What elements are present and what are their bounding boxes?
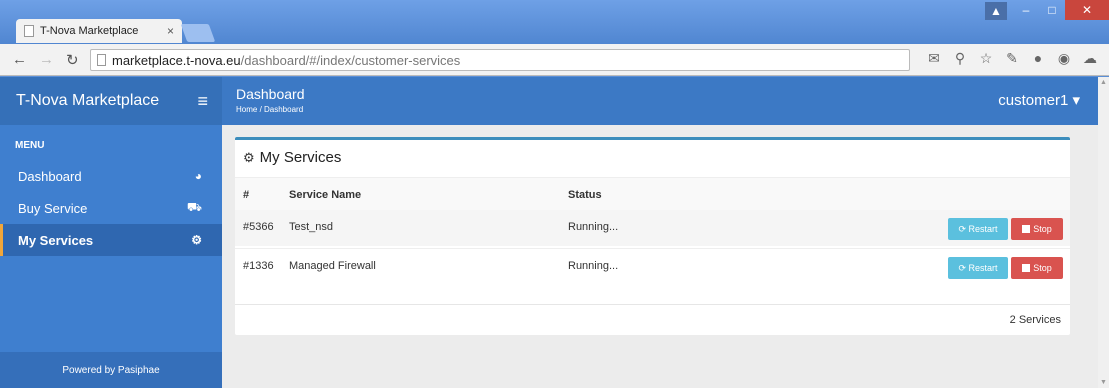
dashboard-icon: ◕ <box>194 169 202 183</box>
brand: T-Nova Marketplace ≡ <box>0 77 222 125</box>
tab-title: T-Nova Marketplace <box>40 25 139 37</box>
bookmark-star-icon[interactable]: ☆ <box>977 50 995 67</box>
service-name: Managed Firewall <box>289 260 376 272</box>
sidebar-item-label: Dashboard <box>18 168 82 184</box>
table-row: #1336 Managed Firewall Running... ⟳ Rest… <box>235 248 1070 284</box>
user-menu[interactable]: customer1 ▾ <box>998 91 1080 109</box>
services-panel: ⚙ My Services # Service Name Status #536… <box>235 137 1070 335</box>
brand-name[interactable]: T-Nova Marketplace <box>16 92 159 110</box>
profile-icon[interactable]: ▲ <box>985 2 1007 20</box>
stop-icon <box>1022 225 1031 233</box>
minimize-icon[interactable]: – <box>1013 0 1039 20</box>
service-id: #5366 <box>243 221 274 233</box>
eyedropper-icon[interactable]: ✎ <box>1003 50 1021 67</box>
address-bar-row: ← → ↻ marketplace.t-nova.eu/dashboard/#/… <box>0 44 1109 76</box>
menu-header: MENU <box>15 140 45 151</box>
url-path: /dashboard/#/index/customer-services <box>240 52 461 68</box>
page-scrollbar[interactable]: ▲ ▼ <box>1098 77 1109 388</box>
stop-button[interactable]: Stop <box>1011 218 1063 240</box>
cloud-icon[interactable]: ☁ <box>1081 50 1099 67</box>
sidebar-item-dashboard[interactable]: Dashboard ◕ <box>0 160 222 192</box>
stop-button[interactable]: Stop <box>1011 257 1063 279</box>
column-header-name: Service Name <box>289 189 362 201</box>
scroll-down-icon[interactable]: ▼ <box>1100 379 1107 386</box>
new-tab-button[interactable] <box>180 24 216 42</box>
panel-title-text: My Services <box>259 149 342 166</box>
sidebar-item-my-services[interactable]: My Services ⚙ <box>0 224 222 256</box>
maximize-icon[interactable]: □ <box>1039 0 1065 20</box>
close-window-icon[interactable]: ✕ <box>1065 0 1109 20</box>
cookie-icon[interactable]: ● <box>1029 50 1047 67</box>
powered-by: Powered by Pasiphae <box>0 352 222 388</box>
gears-icon: ⚙ <box>191 233 202 247</box>
refresh-icon: ⟳ <box>958 262 969 273</box>
document-icon <box>97 54 106 66</box>
pin-icon[interactable]: ⚲ <box>951 50 969 67</box>
breadcrumb: Home / Dashboard <box>236 105 304 114</box>
stop-label: Stop <box>1033 224 1052 234</box>
gears-icon: ⚙ <box>243 149 255 165</box>
table-row: #5366 Test_nsd Running... ⟳ Restart Stop <box>235 210 1070 246</box>
tab-close-icon[interactable]: × <box>167 24 174 38</box>
app-header: T-Nova Marketplace ≡ Dashboard Home / Da… <box>0 77 1098 125</box>
url-input[interactable]: marketplace.t-nova.eu/dashboard/#/index/… <box>90 49 910 71</box>
restart-label: Restart <box>968 263 998 273</box>
reload-icon[interactable]: ↻ <box>66 51 79 69</box>
cart-icon: ⛟ <box>186 200 202 214</box>
service-status: Running... <box>568 260 619 272</box>
service-name: Test_nsd <box>289 221 334 233</box>
page-icon <box>24 25 34 37</box>
column-header-id: # <box>243 189 250 201</box>
main-content: ⚙ My Services # Service Name Status #536… <box>222 125 1098 388</box>
restart-label: Restart <box>968 224 998 234</box>
service-status: Running... <box>568 221 619 233</box>
forward-icon[interactable]: → <box>39 51 54 68</box>
extension-icon[interactable]: ◉ <box>1055 50 1073 67</box>
stop-icon <box>1022 264 1031 272</box>
table-header: # Service Name Status <box>235 177 1070 213</box>
column-header-status: Status <box>568 189 602 201</box>
sidebar-item-label: Buy Service <box>18 200 88 216</box>
sidebar-item-label: My Services <box>18 232 94 248</box>
services-count: 2 Services <box>1009 314 1061 326</box>
refresh-icon: ⟳ <box>958 223 969 234</box>
panel-title: ⚙ My Services <box>243 149 341 166</box>
page-title: Dashboard <box>236 86 305 102</box>
back-icon[interactable]: ← <box>12 51 27 68</box>
restart-button[interactable]: ⟳ Restart <box>948 218 1008 240</box>
stop-label: Stop <box>1033 263 1052 273</box>
divider <box>235 304 1070 305</box>
scroll-up-icon[interactable]: ▲ <box>1100 79 1107 86</box>
browser-tab[interactable]: T-Nova Marketplace × <box>16 19 182 43</box>
service-id: #1336 <box>243 260 274 272</box>
sidebar-item-buy-service[interactable]: Buy Service ⛟ <box>0 192 222 224</box>
browser-titlebar: T-Nova Marketplace × ▲ – □ ✕ <box>0 0 1109 46</box>
restart-button[interactable]: ⟳ Restart <box>948 257 1008 279</box>
url-host: marketplace.t-nova.eu <box>112 52 241 68</box>
menu-toggle-icon[interactable]: ≡ <box>197 91 208 112</box>
mail-icon[interactable]: ✉ <box>925 50 943 67</box>
sidebar: MENU Dashboard ◕ Buy Service ⛟ My Servic… <box>0 125 222 388</box>
